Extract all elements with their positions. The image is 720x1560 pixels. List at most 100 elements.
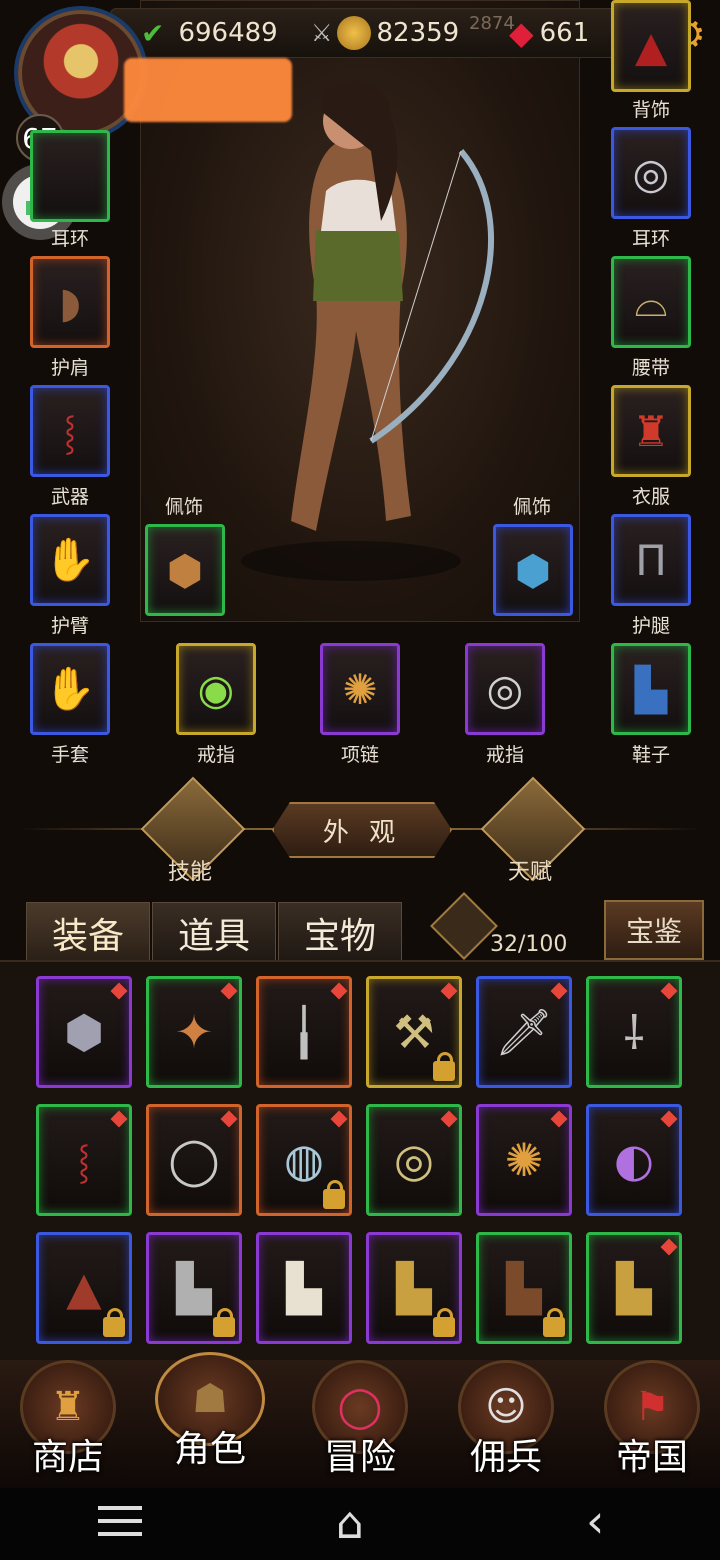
slot-back[interactable]: ▲ [611, 0, 691, 92]
nav-label: 商店 [31, 1437, 104, 1478]
nav-adventure[interactable]: ◯ 冒险 [310, 1360, 410, 1480]
leggings-icon: Π [635, 535, 667, 585]
slot-belt[interactable]: ⌓ [611, 256, 691, 348]
slot-accessory-right[interactable]: ⬢ [493, 524, 573, 616]
pendant-icon: ◐ [613, 1133, 655, 1187]
slot-accessory-left[interactable]: ⬢ [145, 524, 225, 616]
sword-icon: ⚔ [311, 19, 333, 47]
lock-icon [213, 1308, 235, 1337]
inventory-item[interactable]: ⬢ [36, 976, 132, 1088]
boots-icon: ▙ [616, 1261, 652, 1315]
slot-ring-left[interactable]: ◉ [176, 643, 256, 735]
inventory-item[interactable]: 🗡 [476, 976, 572, 1088]
system-nav-bar: ⌂ ‹ [0, 1488, 720, 1560]
inventory-count: 32/100 [490, 932, 568, 957]
inventory-grid: ⬢ ✦ ╽ ⚒ 🗡 ⸸ ⸾ ◯ ◍ ◎ ✺ ◐ ▲ ▙ ▙ ▙ ▙ ▙ [0, 960, 720, 1372]
slot-shoulder[interactable]: ◗ [30, 256, 110, 348]
slot-label: 护肩 [50, 357, 89, 379]
slot-earring-right[interactable]: ◎ [611, 127, 691, 219]
ring-icon: ◎ [393, 1133, 435, 1187]
staff-icon: ⸸ [623, 1006, 645, 1060]
slot-necklace[interactable]: ✺ [320, 643, 400, 735]
back-icon[interactable]: ‹ [586, 1494, 604, 1548]
gloves-icon: ✋ [43, 664, 97, 713]
inventory-item[interactable]: ▙ [366, 1232, 462, 1344]
tab-equipment[interactable]: 装备 [26, 902, 150, 964]
inventory-item[interactable]: ╽ [256, 976, 352, 1088]
character-menu-bar: 技能 外 观 天赋 [0, 776, 720, 885]
sort-refresh-icon[interactable] [430, 892, 498, 960]
slot-bracer[interactable]: ✋ [30, 514, 110, 606]
nav-mercenary[interactable]: ☺ 佣兵 [456, 1360, 556, 1480]
slot-label: 鞋子 [631, 744, 670, 766]
inventory-item[interactable]: ▙ [146, 1232, 242, 1344]
boots-icon: ▙ [396, 1261, 432, 1315]
slot-boots[interactable]: ▙ [611, 643, 691, 735]
inventory-item[interactable]: ⚒ [366, 976, 462, 1088]
inventory-item[interactable]: ▙ [256, 1232, 352, 1344]
resource-bar: ✔ 696489 ⚔ 82359 2874 ◆ 661 [110, 8, 672, 58]
tab-items[interactable]: 道具 [152, 902, 276, 964]
gold-coin-icon [336, 16, 371, 50]
cloak-icon: ▲ [634, 21, 668, 71]
staff-icon: ⸾ [77, 1142, 91, 1182]
slot-label: 衣服 [631, 486, 670, 508]
slot-label: 耳环 [50, 228, 89, 250]
axe-icon: ⚒ [393, 1005, 435, 1059]
inventory-item[interactable]: ▙ [586, 1232, 682, 1344]
bottom-nav: ♜ 商店 ☗ 角色 ◯ 冒险 ☺ 佣兵 ⚑ 帝国 [0, 1352, 720, 1488]
boots-icon: ▙ [506, 1261, 542, 1315]
mace-icon: ╽ [290, 1005, 318, 1059]
lock-icon [433, 1052, 455, 1081]
nav-character[interactable]: ☗ 角色 [155, 1352, 265, 1472]
slot-label: 项链 [340, 744, 379, 766]
nav-shop[interactable]: ♜ 商店 [18, 1360, 118, 1480]
tab-treasure[interactable]: 宝物 [278, 902, 402, 964]
accessory-left-label: 佩饰 [164, 496, 203, 518]
leaf-icon: ✔ [141, 16, 165, 50]
shoulder-armor-icon: ◗ [58, 277, 82, 327]
slot-label: 戒指 [485, 744, 524, 766]
skills-button[interactable]: 技能 [140, 854, 240, 886]
inventory-item[interactable]: ◯ [146, 1104, 242, 1216]
appearance-button[interactable]: 外 观 [272, 802, 452, 858]
inventory-item[interactable]: ▙ [476, 1232, 572, 1344]
talent-button[interactable]: 天赋 [480, 854, 580, 886]
menu-icon[interactable] [98, 1506, 142, 1536]
home-icon[interactable]: ⌂ [336, 1498, 364, 1549]
inventory-item[interactable]: ◎ [366, 1104, 462, 1216]
robe-icon: ▲ [66, 1261, 102, 1315]
slot-weapon[interactable]: ⸾ [30, 385, 110, 477]
inventory-item[interactable]: ⸾ [36, 1104, 132, 1216]
lock-icon [323, 1180, 345, 1209]
inventory-item[interactable]: ◍ [256, 1104, 352, 1216]
staff-icon: ⸾ [63, 413, 77, 453]
accessory-right-label: 佩饰 [512, 496, 551, 518]
slot-label: 武器 [50, 486, 89, 508]
exp-value: 696489 [178, 18, 278, 48]
inventory-item[interactable]: ▲ [36, 1232, 132, 1344]
codex-button[interactable]: 宝鉴 [604, 900, 704, 960]
inventory-item[interactable]: ✺ [476, 1104, 572, 1216]
nav-label: 冒险 [323, 1437, 396, 1478]
lock-icon [103, 1308, 125, 1337]
ring-icon: ◎ [486, 664, 524, 714]
slot-earring-left[interactable] [30, 130, 110, 222]
amulet-icon: ⬢ [514, 545, 552, 595]
gold-value: 82359 [376, 18, 460, 48]
slot-ring-right[interactable]: ◎ [465, 643, 545, 735]
inventory-item[interactable]: ⸸ [586, 976, 682, 1088]
lock-icon [433, 1308, 455, 1337]
inventory-item[interactable]: ✦ [146, 976, 242, 1088]
ruby-icon: ◆ [509, 14, 534, 52]
necklace-icon: ✺ [504, 1133, 544, 1187]
inventory-item[interactable]: ◐ [586, 1104, 682, 1216]
slot-clothes[interactable]: ♜ [611, 385, 691, 477]
slot-leggings[interactable]: Π [611, 514, 691, 606]
slot-gloves[interactable]: ✋ [30, 643, 110, 735]
ring-icon: ◎ [632, 148, 670, 198]
nav-empire[interactable]: ⚑ 帝国 [602, 1360, 702, 1480]
necklace-icon: ✺ [342, 664, 378, 714]
ring-icon: ◍ [283, 1133, 325, 1187]
slot-label: 腰带 [631, 357, 670, 379]
